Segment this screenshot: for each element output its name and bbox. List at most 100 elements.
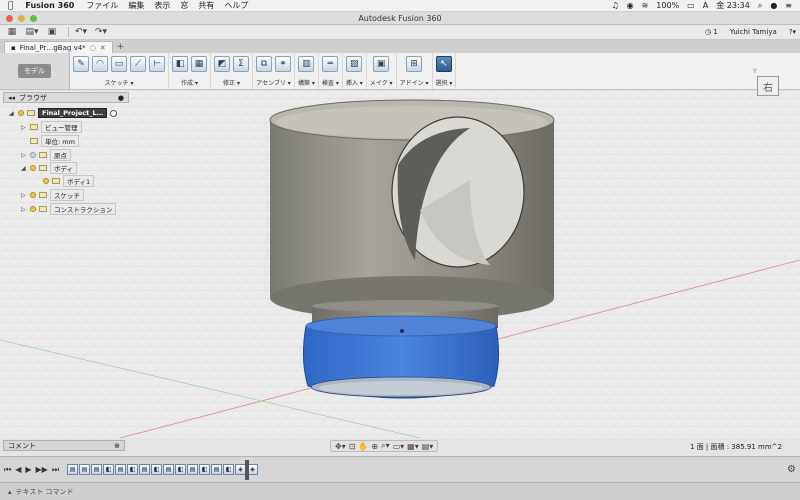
menu-share[interactable]: 共有 bbox=[198, 0, 214, 11]
offset-plane-icon[interactable]: ▥ bbox=[298, 56, 315, 72]
record-icon[interactable]: ◉ bbox=[627, 1, 634, 10]
visibility-bulb-icon[interactable] bbox=[30, 206, 36, 212]
timeline-feature-icon[interactable]: ◧ bbox=[223, 464, 235, 475]
job-status-icon[interactable]: ◷ 1 bbox=[705, 28, 718, 36]
play-icon[interactable]: ▶ bbox=[25, 465, 31, 475]
sigma-parameters-icon[interactable]: Σ bbox=[233, 56, 249, 72]
zoom-window-icon[interactable]: ⌕▾ bbox=[381, 441, 390, 451]
assemble-menu[interactable]: アセンブリ ▾ bbox=[256, 78, 291, 87]
collapse-icon[interactable]: ◂◂ bbox=[8, 94, 15, 102]
grid-settings-icon[interactable]: ▦▾ bbox=[407, 442, 419, 451]
battery-label[interactable]: 100% bbox=[656, 1, 679, 10]
create-menu[interactable]: 作成 ▾ bbox=[181, 78, 198, 87]
3d-print-icon[interactable]: ▣ bbox=[373, 56, 390, 72]
expand-icon[interactable]: ◢ bbox=[9, 110, 15, 117]
select-cursor-icon[interactable]: ↖ bbox=[435, 56, 452, 72]
body-cylinder[interactable] bbox=[269, 99, 555, 320]
viewcube-face[interactable]: 右 bbox=[757, 76, 779, 96]
create-sketch-icon[interactable]: ✎ bbox=[73, 56, 89, 72]
press-pull-icon[interactable]: ◩ bbox=[214, 56, 230, 72]
addins-menu[interactable]: アドイン ▾ bbox=[400, 78, 429, 87]
go-to-start-icon[interactable]: ⏮ bbox=[4, 465, 11, 475]
help-icon[interactable]: ?▾ bbox=[789, 28, 796, 36]
through-hole[interactable] bbox=[391, 116, 525, 268]
sketch-menu[interactable]: スケッチ ▾ bbox=[105, 78, 134, 87]
redo-icon[interactable]: ↷▾ bbox=[93, 26, 109, 38]
viewcube[interactable]: Y 右 bbox=[753, 68, 783, 100]
insert-menu[interactable]: 挿入 ▾ bbox=[346, 78, 363, 87]
new-component-icon[interactable]: ⧉ bbox=[256, 56, 272, 72]
browser-options-icon[interactable]: ● bbox=[118, 94, 124, 102]
search-icon[interactable]: ⌕ bbox=[758, 1, 762, 11]
save-icon[interactable]: ▣ bbox=[44, 26, 60, 38]
arc-icon[interactable]: ◠ bbox=[92, 56, 108, 72]
form-icon[interactable]: ▦ bbox=[191, 56, 207, 72]
rectangle-icon[interactable]: ▭ bbox=[111, 56, 127, 72]
timeline-feature-icon[interactable]: ▤ bbox=[211, 464, 223, 475]
orbit-icon[interactable]: ✥▾ bbox=[335, 442, 346, 451]
insert-image-icon[interactable]: ▨ bbox=[346, 56, 363, 72]
apple-icon[interactable]:  bbox=[8, 1, 13, 11]
timeline-feature-icon[interactable]: ◧ bbox=[175, 464, 187, 475]
comments-add-icon[interactable]: ⊕ bbox=[114, 442, 120, 450]
timeline-feature-icon[interactable]: ▤ bbox=[67, 464, 79, 475]
document-tab[interactable]: ▪ Final_Pr…gBag v4* ◌ ✕ bbox=[4, 41, 113, 53]
timeline-feature-icon[interactable]: ▤ bbox=[187, 464, 199, 475]
measure-icon[interactable]: ═ bbox=[322, 56, 339, 72]
tree-node-units[interactable]: 単位: mm bbox=[30, 135, 79, 147]
extrude-icon[interactable]: ◧ bbox=[172, 56, 188, 72]
go-to-end-icon[interactable]: ⏭ bbox=[52, 465, 59, 475]
timeline-feature-icon[interactable]: ▤ bbox=[91, 464, 103, 475]
tree-node-sketches[interactable]: ▷ スケッチ bbox=[21, 189, 84, 201]
dimension-icon[interactable]: ⊢ bbox=[149, 56, 165, 72]
step-back-icon[interactable]: ◀ bbox=[15, 465, 21, 475]
expand-icon[interactable]: ▷ bbox=[21, 192, 27, 199]
tree-node-root[interactable]: ◢ Final_Project_L… bbox=[9, 108, 118, 118]
look-at-icon[interactable]: ⊡ bbox=[349, 442, 356, 451]
menu-file[interactable]: ファイル bbox=[86, 0, 118, 11]
timeline-feature-icon[interactable]: ▤ bbox=[115, 464, 127, 475]
text-command-bar[interactable]: ▴ テキスト コマンド bbox=[0, 482, 800, 500]
menu-edit[interactable]: 編集 bbox=[128, 0, 144, 11]
workspace-switcher[interactable]: モデル bbox=[0, 53, 70, 89]
visibility-bulb-icon[interactable] bbox=[43, 178, 49, 184]
undo-icon[interactable]: ↶▾ bbox=[73, 26, 89, 38]
timeline-feature-icon[interactable]: ◧ bbox=[199, 464, 211, 475]
battery-icon[interactable]: ▭ bbox=[687, 1, 695, 10]
clock[interactable]: 金 23:34 bbox=[716, 0, 750, 11]
siri-icon[interactable]: ● bbox=[770, 1, 777, 10]
display-settings-icon[interactable]: ▭▾ bbox=[393, 442, 405, 451]
close-tab-icon[interactable]: ✕ bbox=[100, 44, 106, 52]
timeline-marker[interactable] bbox=[245, 460, 250, 480]
expand-icon[interactable]: ▴ bbox=[8, 488, 12, 496]
tree-node-body1[interactable]: ボディ1 bbox=[43, 175, 95, 187]
trim-icon[interactable]: ⟋ bbox=[130, 56, 146, 72]
timeline-feature-icon[interactable]: ◧ bbox=[127, 464, 139, 475]
pan-icon[interactable]: ✋ bbox=[358, 442, 368, 451]
menu-list-icon[interactable]: ≡ bbox=[785, 1, 792, 10]
step-forward-icon[interactable]: ▶▶ bbox=[36, 465, 48, 475]
tree-node-named-views[interactable]: ▷ ビュー管理 bbox=[21, 121, 82, 133]
modify-menu[interactable]: 修正 ▾ bbox=[223, 78, 240, 87]
visibility-bulb-icon[interactable] bbox=[30, 152, 36, 158]
activate-radio[interactable] bbox=[110, 109, 118, 117]
tree-node-bodies[interactable]: ◢ ボディ bbox=[21, 162, 78, 174]
timeline-feature-icon[interactable]: ▤ bbox=[163, 464, 175, 475]
make-menu[interactable]: メイク ▾ bbox=[370, 78, 393, 87]
menu-view[interactable]: 表示 bbox=[154, 0, 170, 11]
visibility-bulb-icon[interactable] bbox=[30, 192, 36, 198]
visibility-bulb-icon[interactable] bbox=[30, 165, 36, 171]
joint-icon[interactable]: ⚭ bbox=[275, 56, 291, 72]
viewports-icon[interactable]: ▤▾ bbox=[422, 442, 434, 451]
selected-face[interactable] bbox=[302, 315, 500, 399]
wifi-icon[interactable]: ≋ bbox=[642, 1, 649, 10]
browser-header[interactable]: ◂◂ ブラウザ ● bbox=[3, 92, 129, 103]
comments-panel[interactable]: コメント ⊕ bbox=[3, 440, 125, 451]
neck-cylinder[interactable] bbox=[312, 300, 498, 328]
app-menu[interactable]: Fusion 360 bbox=[25, 1, 74, 10]
notification-icon[interactable]: ♫ bbox=[611, 1, 618, 10]
timeline-feature-icon[interactable]: ◧ bbox=[151, 464, 163, 475]
input-source-icon[interactable]: A bbox=[703, 1, 708, 10]
scripts-icon[interactable]: ⊞ bbox=[406, 56, 423, 72]
inspect-menu[interactable]: 検査 ▾ bbox=[322, 78, 339, 87]
